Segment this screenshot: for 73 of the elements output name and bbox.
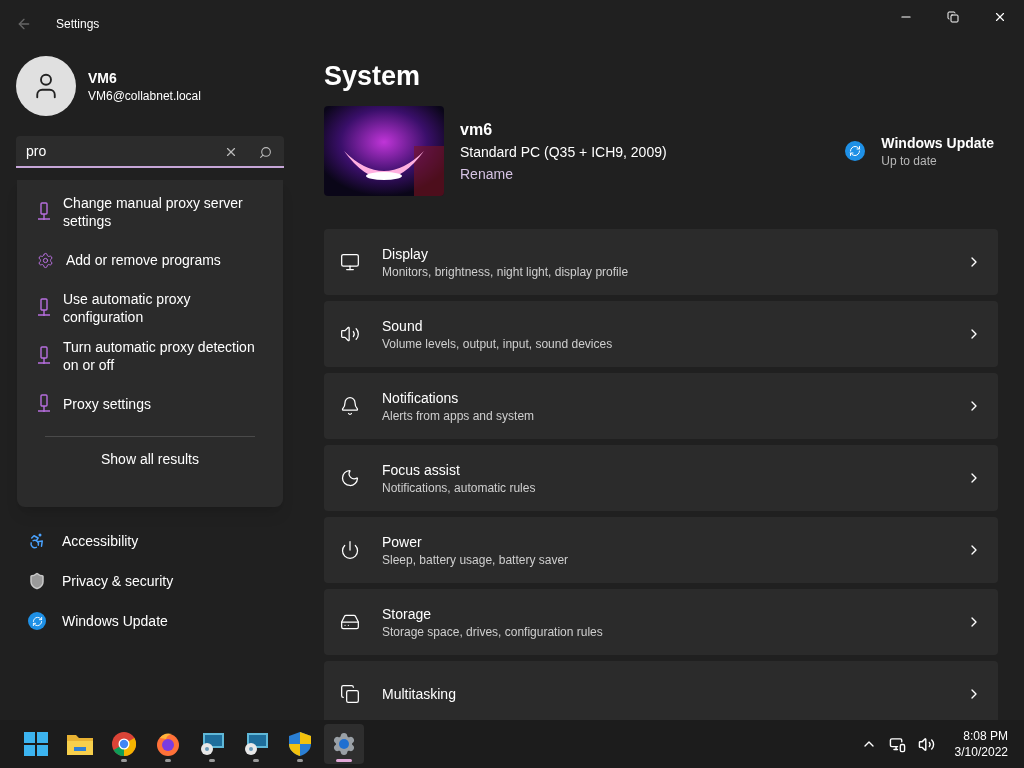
clear-icon[interactable] [224, 145, 238, 159]
card-subtitle: Sleep, battery usage, battery saver [382, 552, 569, 568]
chrome-icon [112, 732, 136, 756]
close-icon[interactable] [993, 10, 1007, 24]
shield-icon [28, 572, 46, 590]
accessibility-icon [28, 532, 46, 550]
bell-icon [340, 396, 360, 416]
power-icon [340, 540, 360, 560]
gear-icon [37, 251, 54, 269]
settings-card[interactable]: Storage Storage space, drives, configuration rules [324, 589, 998, 655]
card-title: Focus assist [382, 461, 461, 480]
remote-desktop-icon [200, 733, 224, 755]
update-icon [28, 612, 46, 630]
remote-desktop-icon [244, 733, 268, 755]
volume-icon[interactable] [917, 735, 935, 753]
page-title: System [324, 60, 422, 93]
card-title: Multitasking [382, 685, 456, 704]
search-result[interactable]: Use automatic proxy configuration [21, 284, 279, 332]
monitor-icon [340, 252, 360, 272]
update-status: Up to date [881, 153, 938, 169]
clock[interactable]: 8:08 PM 3/10/2022 [954, 728, 1008, 760]
card-subtitle: Notifications, automatic rules [382, 480, 536, 496]
proxy-icon [37, 298, 51, 318]
taskbar-app[interactable] [324, 724, 364, 764]
device-name: vm6 [460, 120, 494, 140]
windows-logo-icon [24, 732, 48, 756]
moon-icon [340, 468, 360, 488]
search-result[interactable]: Turn automatic proxy detection on or off [21, 332, 279, 380]
card-title: Sound [382, 317, 424, 336]
card-title: Power [382, 533, 423, 552]
search-icon[interactable] [259, 146, 272, 159]
device-model: Standard PC (Q35 + ICH9, 2009) [460, 143, 667, 162]
card-title: Storage [382, 605, 433, 624]
proxy-icon [37, 394, 51, 414]
back-icon[interactable] [16, 16, 32, 32]
settings-card[interactable]: Focus assist Notifications, automatic rules [324, 445, 998, 511]
drive-icon [340, 612, 360, 632]
card-subtitle: Monitors, brightness, night light, display profile [382, 264, 629, 280]
card-subtitle: Volume levels, output, input, sound devices [382, 336, 613, 352]
search-result[interactable]: Add or remove programs [21, 236, 279, 284]
card-subtitle: Storage space, drives, configuration rules [382, 624, 603, 640]
nav-item[interactable]: Accessibility [20, 523, 280, 559]
folder-icon [67, 733, 93, 755]
nav-item[interactable]: Privacy & security [20, 563, 280, 599]
card-title: Notifications [382, 389, 460, 408]
settings-card[interactable]: Display Monitors, brightness, night light, display profile [324, 229, 998, 295]
settings-card[interactable]: Notifications Alerts from apps and system [324, 373, 998, 439]
account-name: VM6 [88, 69, 118, 88]
shield-icon [289, 732, 311, 756]
restore-icon[interactable] [947, 11, 959, 23]
windows-icon [340, 684, 360, 704]
settings-card[interactable]: Multitasking [324, 661, 998, 720]
speaker-icon [340, 324, 360, 344]
update-icon [845, 141, 866, 161]
show-all-results-button[interactable]: Show all results [21, 437, 279, 481]
proxy-icon [37, 202, 51, 222]
settings-card[interactable]: Power Sleep, battery usage, battery saver [324, 517, 998, 583]
rename-link[interactable]: Rename [460, 164, 667, 184]
search-result[interactable]: Proxy settings [21, 380, 279, 428]
account-email: VM6@collabnet.local [88, 88, 201, 104]
network-icon[interactable] [888, 735, 906, 753]
update-title[interactable]: Windows Update [881, 133, 994, 153]
window-title: Settings [56, 16, 100, 32]
firefox-icon [156, 732, 180, 756]
gear-icon [332, 732, 356, 756]
avatar [16, 56, 76, 116]
search-field[interactable]: pro [16, 136, 284, 168]
proxy-icon [37, 346, 51, 366]
nav-item[interactable]: Windows Update [20, 603, 280, 639]
card-title: Display [382, 245, 429, 264]
settings-card[interactable]: Sound Volume levels, output, input, sound devices [324, 301, 998, 367]
card-subtitle: Alerts from apps and system [382, 408, 535, 424]
search-result[interactable]: Change manual proxy server settings [21, 188, 279, 236]
